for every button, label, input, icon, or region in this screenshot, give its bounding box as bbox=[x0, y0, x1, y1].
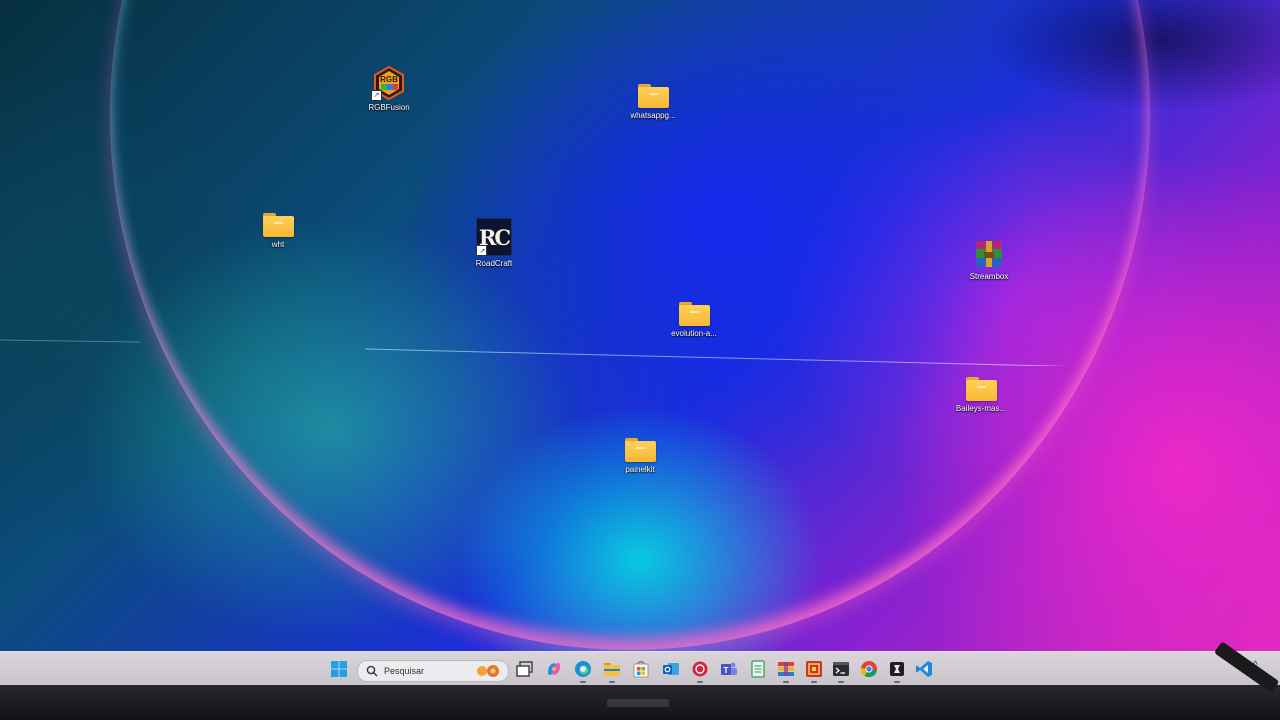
windows-start-icon bbox=[331, 661, 347, 677]
outlook-button[interactable] bbox=[659, 657, 683, 681]
running-indicator bbox=[580, 681, 586, 683]
folder-icon bbox=[624, 438, 656, 462]
store-button[interactable] bbox=[629, 657, 653, 681]
copilot-icon bbox=[548, 662, 560, 676]
running-indicator bbox=[838, 681, 844, 683]
rgbfusion-icon: RGB ↗ bbox=[371, 65, 406, 101]
teams-button[interactable]: T bbox=[717, 657, 741, 681]
desktop-icon-evolution-folder[interactable]: evolution-a... bbox=[656, 302, 732, 338]
file-explorer-icon bbox=[604, 663, 620, 676]
desktop-icon-label: Streambox bbox=[969, 272, 1009, 281]
chrome-icon bbox=[861, 661, 877, 678]
folder-icon bbox=[637, 84, 669, 108]
store-icon bbox=[633, 661, 649, 678]
search-placeholder: Pesquisar bbox=[384, 666, 425, 676]
red-circle-app-icon bbox=[692, 661, 708, 677]
desktop-icon-rgbfusion[interactable]: RGB ↗ RGBFusion bbox=[351, 65, 427, 112]
roadcraft-icon: RC ↗ bbox=[476, 218, 512, 256]
desktop-icon-label: whatsappg... bbox=[630, 111, 676, 120]
dark-app-button[interactable] bbox=[885, 657, 909, 683]
search-input[interactable]: Pesquisar bbox=[357, 660, 509, 682]
edge-button[interactable] bbox=[571, 657, 595, 683]
running-indicator bbox=[894, 681, 900, 683]
desktop-icon-label: RoadCraft bbox=[475, 259, 513, 268]
running-indicator bbox=[697, 681, 703, 683]
shortcut-arrow-icon: ↗ bbox=[476, 245, 487, 256]
vscode-button[interactable] bbox=[912, 657, 936, 681]
teams-icon: T bbox=[721, 662, 737, 675]
notepad-button[interactable] bbox=[746, 657, 770, 681]
desktop-icon-label: wht bbox=[271, 240, 285, 249]
notepad-icon bbox=[751, 660, 765, 678]
colorful-grid-app-icon bbox=[778, 662, 794, 676]
outlook-icon bbox=[663, 663, 679, 675]
dark-square-app-icon bbox=[890, 662, 904, 676]
winrar-icon bbox=[806, 661, 822, 677]
folder-icon bbox=[678, 302, 710, 326]
search-icon bbox=[364, 663, 380, 679]
shortcut-arrow-icon: ↗ bbox=[371, 90, 382, 101]
chrome-button[interactable] bbox=[857, 657, 881, 681]
desktop-icon-wht-folder[interactable]: wht bbox=[240, 213, 316, 249]
taskbar: Pesquisar T bbox=[0, 651, 1280, 686]
winrar-archive-icon bbox=[974, 239, 1004, 269]
svg-text:RGB: RGB bbox=[380, 75, 398, 84]
running-indicator bbox=[609, 681, 615, 683]
winrar-button[interactable] bbox=[802, 657, 826, 683]
svg-text:T: T bbox=[724, 666, 729, 675]
file-explorer-button[interactable] bbox=[600, 657, 624, 683]
edge-icon bbox=[575, 661, 591, 677]
task-view-button[interactable] bbox=[513, 657, 537, 681]
vscode-icon bbox=[916, 661, 932, 677]
desktop-icon-roadcraft[interactable]: RC ↗ RoadCraft bbox=[456, 218, 532, 268]
desktop-screen: RGB ↗ RGBFusion whatsappg... wht RC ↗ Ro… bbox=[0, 0, 1280, 720]
copilot-button[interactable] bbox=[542, 657, 566, 681]
desktop-icon-baileys-folder[interactable]: Baileys-mas... bbox=[943, 377, 1019, 413]
terminal-icon bbox=[833, 662, 849, 676]
desktop-icon-whatsappg-folder[interactable]: whatsappg... bbox=[615, 84, 691, 120]
monitor-bezel-mark bbox=[607, 699, 669, 707]
folder-icon bbox=[262, 213, 294, 237]
desktop-icon-label: evolution-a... bbox=[671, 329, 717, 338]
desktop-icon-streambox[interactable]: Streambox bbox=[951, 239, 1027, 281]
desktop-icon-label: Baileys-mas... bbox=[955, 404, 1007, 413]
start-button[interactable] bbox=[327, 657, 351, 681]
task-view-icon bbox=[516, 661, 533, 677]
running-indicator bbox=[811, 681, 817, 683]
search-highlight-icon bbox=[474, 663, 504, 679]
screen-glare bbox=[860, 0, 1280, 140]
grid-app-button[interactable] bbox=[774, 657, 798, 683]
desktop-icon-painelkit-folder[interactable]: painelkit bbox=[602, 438, 678, 474]
folder-icon bbox=[965, 377, 997, 401]
desktop-icon-label: painelkit bbox=[625, 465, 655, 474]
desktop-icon-label: RGBFusion bbox=[368, 103, 410, 112]
running-indicator bbox=[783, 681, 789, 683]
red-app-button[interactable] bbox=[688, 657, 712, 683]
terminal-button[interactable] bbox=[829, 657, 853, 683]
